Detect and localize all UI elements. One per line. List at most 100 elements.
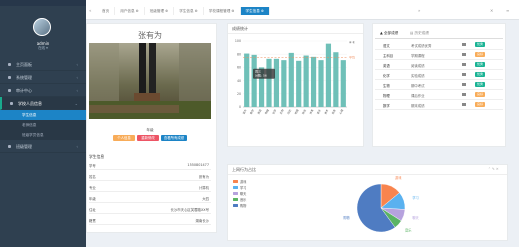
list-item[interactable]: 语文 考试成绩优秀 优秀 bbox=[375, 40, 503, 50]
grade-label: 年级 bbox=[146, 128, 154, 132]
sidebar-subitem-teachers[interactable]: 老师信息 bbox=[0, 120, 86, 130]
sidebar-subitem-class-students[interactable]: 班级学员信息 bbox=[0, 130, 86, 140]
list-item[interactable]: 主科目 学期课程 良好 bbox=[375, 50, 503, 60]
bar bbox=[340, 60, 346, 107]
status-badge: 优秀 bbox=[475, 42, 485, 47]
sidebar-item-label: 审计中心 bbox=[16, 88, 32, 93]
message-icon bbox=[462, 73, 466, 76]
user-status-dropdown[interactable]: 在线 ▾ bbox=[0, 46, 86, 51]
audit-icon bbox=[8, 89, 11, 92]
info-key: 籍贯 bbox=[89, 219, 96, 223]
info-key: 年级 bbox=[89, 197, 96, 201]
sidebar-item-audit[interactable]: 审计中心 ‹ bbox=[0, 84, 86, 97]
x-tick-label: 地理 bbox=[294, 108, 300, 115]
personal-info-button[interactable]: 个人信息 bbox=[113, 135, 135, 141]
info-value: 计算机 bbox=[198, 186, 209, 190]
tab-home[interactable]: 首页 bbox=[97, 7, 116, 15]
tab-history-scores[interactable]: ▤ 历史成绩 bbox=[410, 31, 429, 36]
legend-swatch bbox=[233, 204, 238, 207]
status-badge: 良好 bbox=[475, 92, 485, 97]
tab-users[interactable]: 用户信息 ⊗ bbox=[115, 7, 145, 15]
list-item-subject: 化学 bbox=[383, 74, 390, 78]
tab-student-info-active[interactable]: 学生信息 ⊗ bbox=[240, 7, 271, 15]
list-item-desc: 阅读成绩 bbox=[411, 64, 425, 68]
x-tick-label: 历史 bbox=[286, 108, 292, 115]
avatar[interactable] bbox=[33, 18, 51, 36]
sidebar-item-dashboard[interactable]: 主页面板 ‹ bbox=[0, 58, 86, 71]
status-badge: 优秀 bbox=[475, 82, 485, 87]
x-tick-label: 生物 bbox=[279, 108, 285, 115]
list-item-subject: 英语 bbox=[383, 64, 390, 68]
status-badge: 优秀 bbox=[475, 72, 485, 77]
x-tick-label: 物理 bbox=[264, 108, 270, 115]
sidebar-item-label: 系统管理 bbox=[16, 75, 32, 80]
info-key: 姓名 bbox=[89, 175, 96, 179]
pie-slice-label: 购物 bbox=[343, 215, 350, 220]
bar bbox=[333, 52, 339, 107]
x-tick-label: 信息 bbox=[331, 108, 337, 115]
tab-label: 历史成绩 bbox=[414, 31, 429, 35]
y-tick-label: 60 bbox=[237, 66, 241, 70]
list-item-desc: 期末成绩 bbox=[411, 104, 425, 108]
message-icon bbox=[462, 103, 466, 106]
close-tabs-button[interactable]: ✕ bbox=[490, 7, 493, 15]
legend-swatch bbox=[233, 186, 238, 189]
status-badge: 良好 bbox=[475, 52, 485, 57]
student-name: 张有为 bbox=[138, 31, 162, 40]
info-key: 专业 bbox=[89, 186, 96, 190]
list-item-subject: 语文 bbox=[383, 44, 390, 48]
y-tick-label: 100 bbox=[235, 39, 241, 43]
top-tab-bar: « 首页 用户信息 ⊗ 班级管理 ⊗ 学生信息 ⊗ 学校课程管理 ⊗ 学生信息 … bbox=[86, 0, 519, 20]
sidebar: admin 在线 ▾ 主页面板 ‹ 系统管理 ‹ 审计中心 ‹ 学校人员信息 ⌄ 学生信… bbox=[0, 0, 86, 247]
panel-tools[interactable]: ⌃ ✎ ✕ bbox=[488, 167, 499, 171]
chevron-down-icon: ⌄ bbox=[74, 101, 78, 106]
sidebar-item-system[interactable]: 系统管理 ‹ bbox=[0, 71, 86, 84]
tab-menu-button[interactable]: ≡ bbox=[506, 7, 509, 15]
tab-class[interactable]: 班级管理 ⊗ bbox=[145, 7, 175, 15]
info-row: 学号 1550801477 bbox=[89, 159, 211, 170]
message-icon bbox=[462, 83, 466, 86]
list-item[interactable]: 物理 课后作业 良好 bbox=[375, 90, 503, 100]
bar bbox=[266, 58, 272, 107]
chevron-right-icon: ‹ bbox=[76, 88, 78, 93]
sidebar-item-school-people[interactable]: 学校人员信息 ⌄ bbox=[0, 97, 86, 110]
tabs-next-button[interactable]: » bbox=[418, 7, 420, 15]
bar bbox=[325, 43, 332, 107]
y-tick-label: 20 bbox=[237, 92, 241, 96]
edit-button[interactable]: 重新修改 bbox=[137, 135, 159, 141]
list-item-desc: 实验成绩 bbox=[411, 74, 425, 78]
status-badge: 良好 bbox=[475, 102, 485, 107]
y-tick-label: 80 bbox=[237, 52, 241, 56]
score-bar-chart: 0 20 40 60 80 100 语文 数学 英语 物理 化学 生物 历史 地理 政治 体育 音乐 美术 信息 心理… bbox=[235, 39, 356, 115]
legend-label: 学习 bbox=[240, 185, 246, 190]
list-item[interactable]: 英语 阅读成绩 优秀 bbox=[375, 60, 503, 70]
legend-swatch bbox=[233, 180, 238, 183]
gear-icon bbox=[8, 76, 11, 79]
sidebar-subitem-students[interactable]: 学生信息 bbox=[0, 110, 86, 120]
list-item[interactable]: 化学 实验成绩 优秀 bbox=[375, 70, 503, 80]
list-item-subject: 主科目 bbox=[383, 54, 394, 58]
tab-label: 全部成绩 bbox=[383, 31, 399, 35]
legend-label: 购物 bbox=[240, 203, 247, 208]
bar bbox=[251, 54, 257, 107]
bar bbox=[303, 55, 309, 107]
tab-student-info[interactable]: 学生信息 ⊗ bbox=[174, 7, 204, 15]
y-tick-label: 0 bbox=[239, 105, 241, 109]
average-label: 平均 bbox=[349, 55, 355, 60]
chevron-right-icon: ‹ bbox=[76, 62, 78, 67]
view-scores-button[interactable]: 查看所有成绩 bbox=[161, 135, 187, 141]
tooltip-value: 分数: 56 bbox=[255, 73, 267, 78]
info-row: 专业 计算机 bbox=[89, 181, 211, 192]
info-key: 学号 bbox=[89, 164, 96, 168]
list-item[interactable]: 数学 期末成绩 良好 bbox=[375, 100, 503, 110]
tabs-prev-button[interactable]: « bbox=[89, 7, 91, 15]
pie-slice-label: 学习 bbox=[412, 195, 418, 200]
sidebar-menu: 主页面板 ‹ 系统管理 ‹ 审计中心 ‹ 学校人员信息 ⌄ 学生信息 老师信息 班级学员… bbox=[0, 58, 86, 153]
x-tick-label: 美术 bbox=[323, 108, 329, 115]
message-icon bbox=[462, 93, 466, 96]
sidebar-item-class[interactable]: 班级管理 ‹ bbox=[0, 140, 86, 153]
tab-all-scores[interactable]: ▲ 全部成绩 bbox=[380, 31, 398, 36]
info-row: 年级 大四 bbox=[89, 192, 211, 203]
list-item[interactable]: 生物 期中考试 优秀 bbox=[375, 80, 503, 90]
tab-courses[interactable]: 学校课程管理 ⊗ bbox=[204, 7, 241, 15]
